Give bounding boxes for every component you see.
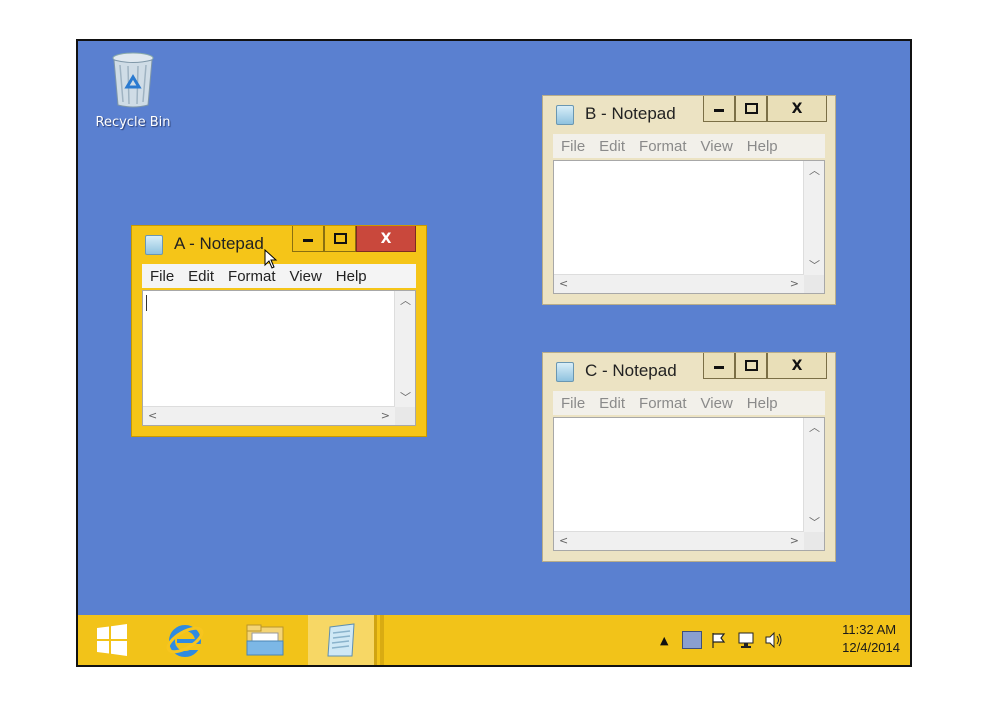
speaker-icon[interactable] [764, 631, 784, 649]
network-icon[interactable] [736, 631, 756, 649]
scroll-left-icon[interactable]: < [148, 410, 157, 421]
scroll-right-icon[interactable]: > [381, 410, 390, 421]
desktop: Recycle Bin A - Notepad X File Edit Form… [78, 41, 910, 615]
menu-edit[interactable]: Edit [599, 138, 625, 155]
scroll-down-icon[interactable]: ﹀ [809, 260, 820, 271]
notepad-app-icon [556, 362, 574, 382]
taskbar-internet-explorer[interactable] [154, 615, 216, 665]
notepad-app-icon [145, 235, 163, 255]
menu-help[interactable]: Help [747, 138, 778, 155]
notepad-window-c[interactable]: C - Notepad X File Edit Format View Help… [542, 352, 836, 562]
window-titlebar[interactable]: A - Notepad X [132, 226, 426, 260]
recycle-bin-icon [112, 52, 154, 108]
internet-explorer-icon [166, 625, 204, 657]
minimize-icon [303, 239, 313, 242]
scroll-up-icon[interactable]: ︿ [809, 422, 820, 433]
horizontal-scrollbar[interactable]: < > [554, 531, 804, 550]
size-grip[interactable] [804, 532, 824, 550]
notepad-app-icon [556, 105, 574, 125]
menu-view[interactable]: View [701, 138, 733, 155]
minimize-button[interactable] [703, 96, 735, 122]
minimize-icon [714, 109, 724, 112]
windows-start-icon [97, 624, 127, 656]
text-editor-area[interactable]: ︿ ﹀ < > [553, 417, 825, 551]
menu-edit[interactable]: Edit [599, 395, 625, 412]
close-icon: X [791, 100, 803, 117]
menu-help[interactable]: Help [747, 395, 778, 412]
start-button[interactable] [82, 615, 142, 665]
menu-format[interactable]: Format [639, 138, 687, 155]
mouse-pointer-icon [264, 249, 278, 269]
menu-format[interactable]: Format [639, 395, 687, 412]
vertical-scrollbar[interactable]: ︿ ﹀ [394, 291, 415, 407]
file-explorer-icon [246, 624, 284, 656]
menu-view[interactable]: View [701, 395, 733, 412]
window-titlebar[interactable]: C - Notepad X [543, 353, 835, 387]
scroll-up-icon[interactable]: ︿ [809, 165, 820, 176]
show-hidden-icons-chevron[interactable]: ▲ [660, 634, 668, 647]
scroll-down-icon[interactable]: ﹀ [809, 517, 820, 528]
scroll-right-icon[interactable]: > [790, 278, 799, 289]
flag-icon[interactable] [710, 631, 728, 649]
scroll-left-icon[interactable]: < [559, 278, 568, 289]
maximize-icon [333, 233, 347, 244]
text-editor-area[interactable]: ︿ ﹀ < > [142, 290, 416, 426]
window-title: A - Notepad [174, 234, 264, 253]
minimize-button[interactable] [292, 226, 324, 252]
maximize-icon [744, 103, 758, 114]
window-title: C - Notepad [585, 361, 677, 380]
maximize-button[interactable] [735, 353, 767, 379]
size-grip[interactable] [395, 407, 415, 425]
notepad-window-a[interactable]: A - Notepad X File Edit Format View Help… [131, 225, 427, 437]
taskbar-file-explorer[interactable] [234, 615, 296, 665]
action-center-icon[interactable] [682, 631, 703, 649]
menu-format[interactable]: Format [228, 268, 276, 285]
notepad-window-b[interactable]: B - Notepad X File Edit Format View Help… [542, 95, 836, 305]
minimize-icon [714, 366, 724, 369]
scroll-right-icon[interactable]: > [790, 535, 799, 546]
close-button[interactable]: X [767, 96, 827, 122]
close-button[interactable]: X [356, 226, 416, 252]
close-icon: X [380, 230, 392, 247]
text-caret [146, 295, 147, 311]
text-editor-area[interactable]: ︿ ﹀ < > [553, 160, 825, 294]
menu-view[interactable]: View [290, 268, 322, 285]
maximize-button[interactable] [735, 96, 767, 122]
menu-edit[interactable]: Edit [188, 268, 214, 285]
vertical-scrollbar[interactable]: ︿ ﹀ [803, 161, 824, 275]
scroll-left-icon[interactable]: < [559, 535, 568, 546]
vertical-scrollbar[interactable]: ︿ ﹀ [803, 418, 824, 532]
close-icon: X [791, 357, 803, 374]
horizontal-scrollbar[interactable]: < > [143, 406, 395, 425]
menu-bar: File Edit Format View Help [553, 134, 825, 158]
clock-date: 12/4/2014 [842, 640, 900, 655]
horizontal-scrollbar[interactable]: < > [554, 274, 804, 293]
menu-bar: File Edit Format View Help [553, 391, 825, 415]
desktop-icon-label: Recycle Bin [95, 115, 171, 130]
maximize-button[interactable] [324, 226, 356, 252]
taskbar-separator [380, 615, 384, 665]
taskbar: ▲ 11:32 AM 12/4/2014 [78, 615, 910, 665]
menu-file[interactable]: File [561, 395, 585, 412]
maximize-icon [744, 360, 758, 371]
menu-file[interactable]: File [561, 138, 585, 155]
scroll-down-icon[interactable]: ﹀ [400, 392, 411, 403]
system-tray: ▲ [660, 615, 784, 665]
window-title: B - Notepad [585, 104, 676, 123]
size-grip[interactable] [804, 275, 824, 293]
taskbar-clock[interactable]: 11:32 AM 12/4/2014 [842, 621, 900, 657]
scroll-up-icon[interactable]: ︿ [400, 295, 411, 306]
screen: Recycle Bin A - Notepad X File Edit Form… [76, 39, 912, 667]
menu-help[interactable]: Help [336, 268, 367, 285]
desktop-icon-recycle-bin[interactable]: Recycle Bin [88, 51, 178, 130]
clock-time: 11:32 AM [842, 622, 897, 637]
close-button[interactable]: X [767, 353, 827, 379]
taskbar-notepad[interactable] [308, 615, 377, 665]
menu-file[interactable]: File [150, 268, 174, 285]
notepad-icon [327, 623, 355, 657]
window-titlebar[interactable]: B - Notepad X [543, 96, 835, 130]
menu-bar: File Edit Format View Help [142, 264, 416, 288]
minimize-button[interactable] [703, 353, 735, 379]
